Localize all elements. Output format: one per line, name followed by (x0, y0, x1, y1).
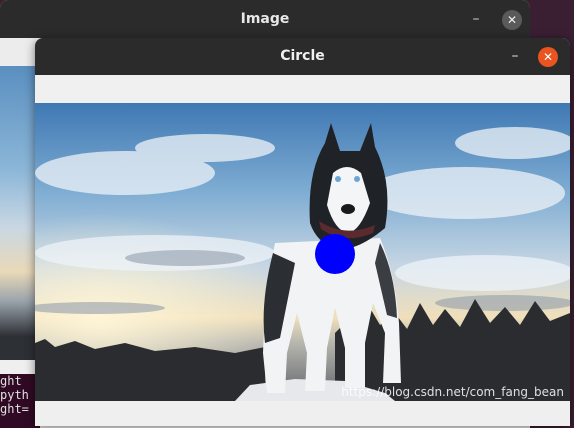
toolbar-strip (0, 38, 36, 66)
watermark-text: https://blog.csdn.net/com_fang_bean (341, 385, 564, 399)
minimize-button[interactable]: – (467, 10, 485, 28)
circle-window-titlebar[interactable]: Circle – ✕ (35, 38, 570, 75)
window-toolbar (35, 75, 570, 103)
minimize-button[interactable]: – (506, 47, 524, 65)
terminal-line: pyth (0, 388, 29, 402)
image-window-titlebar[interactable]: Image – ✕ (0, 0, 530, 38)
terminal-line: ght (0, 374, 22, 388)
husky-image (35, 103, 570, 401)
image-preview (0, 66, 36, 360)
drawn-circle (315, 234, 355, 274)
close-button[interactable]: ✕ (502, 10, 522, 30)
close-button[interactable]: ✕ (538, 47, 558, 67)
terminal-line: ght= (0, 402, 29, 416)
window-title: Image (240, 11, 290, 27)
circle-window: Circle – ✕ https://blog.csdn.net/com_fan… (35, 38, 570, 426)
window-title: Circle (280, 48, 325, 64)
image-canvas[interactable]: https://blog.csdn.net/com_fang_bean (35, 103, 570, 401)
terminal-fragment: ght pyth ght= (0, 374, 40, 428)
